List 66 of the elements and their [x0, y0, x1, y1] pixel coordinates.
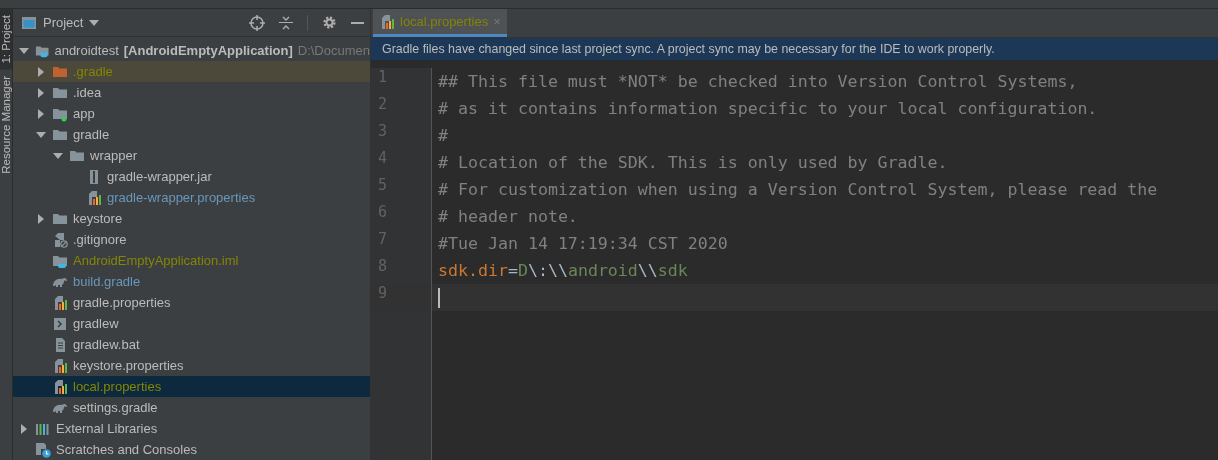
- tree-row[interactable]: wrapper: [13, 145, 370, 166]
- project-view-dropdown[interactable]: Project: [21, 15, 100, 30]
- text-cursor: [438, 287, 440, 308]
- tree-row[interactable]: app: [13, 103, 370, 124]
- file-name: gradlew: [73, 316, 119, 331]
- code-line: ## This file must *NOT* be checked into Version Control Systems,: [437, 71, 1079, 93]
- tree-row[interactable]: gradle-wrapper.jar: [13, 166, 370, 187]
- tree-row[interactable]: androidtest [AndroidEmptyApplication] D:\Documen: [13, 40, 370, 61]
- scratches-icon: [35, 441, 51, 458]
- sync-notification-banner: Gradle files have changed since last project sync. A project sync may be necessary for the IDE to work properly.: [371, 38, 1218, 60]
- file-name: app: [73, 106, 95, 121]
- file-name: gradle-wrapper.jar: [107, 169, 212, 184]
- file-name: gradlew.bat: [73, 337, 140, 352]
- tree-row[interactable]: Scratches and Consoles: [13, 439, 370, 460]
- tree-row[interactable]: .idea: [13, 82, 370, 103]
- file-name: build.gradle: [73, 274, 141, 289]
- properties-icon: [86, 189, 102, 206]
- file-name: gradle: [73, 127, 110, 142]
- ignore-file-icon: [52, 231, 68, 248]
- properties-icon: [52, 294, 68, 311]
- caret-icon: [89, 19, 100, 26]
- properties-icon: [379, 13, 395, 30]
- file-name: gradle.properties: [73, 295, 171, 310]
- tree-row[interactable]: .gitignore: [13, 229, 370, 250]
- file-name: gradle-wrapper.properties: [107, 190, 256, 205]
- code-line: sdk.dir=D\:\\android\\sdk: [437, 260, 689, 282]
- code-line: #Tue Jan 14 17:19:34 CST 2020: [437, 233, 729, 255]
- tree-row[interactable]: settings.gradle: [13, 397, 370, 418]
- file-name: keystore: [73, 211, 123, 226]
- tree-row[interactable]: gradle-wrapper.properties: [13, 187, 370, 208]
- settings-icon[interactable]: [322, 15, 337, 30]
- file-name: keystore.properties: [73, 358, 184, 373]
- module-name: [AndroidEmptyApplication]: [123, 43, 293, 58]
- code-line: # For customization when using a Version Control System, please read the: [437, 179, 1159, 201]
- project-path: D:\Documen: [297, 43, 370, 58]
- file-name: Scratches and Consoles: [56, 442, 197, 457]
- properties-icon: [52, 378, 68, 395]
- code-line: # Location of the SDK. This is only used by Gradle.: [437, 152, 949, 174]
- properties-icon: [52, 357, 68, 374]
- code-line: #: [437, 125, 449, 147]
- script-icon: [52, 315, 68, 332]
- tool-window-tab[interactable]: Resource Manager: [0, 69, 12, 180]
- file-name: .gitignore: [73, 232, 127, 247]
- code-line: # header note.: [437, 206, 579, 228]
- tree-row[interactable]: keystore: [13, 208, 370, 229]
- tree-row[interactable]: keystore.properties: [13, 355, 370, 376]
- file-name: External Libraries: [56, 421, 158, 436]
- tree-row[interactable]: local.properties: [13, 376, 370, 397]
- tree-row[interactable]: gradle.properties: [13, 292, 370, 313]
- locate-icon[interactable]: [249, 14, 265, 31]
- tool-window-tab[interactable]: 1: Project: [0, 9, 12, 70]
- tree-row[interactable]: gradle: [13, 124, 370, 145]
- file-name: androidtest: [54, 43, 119, 58]
- code-line: # as it contains information specific to your local configuration.: [437, 98, 1099, 120]
- file-name: .idea: [73, 85, 102, 100]
- tree-row[interactable]: gradlew: [13, 313, 370, 334]
- tree-row[interactable]: build.gradle: [13, 271, 370, 292]
- tree-row[interactable]: External Libraries: [13, 418, 370, 439]
- file-name: settings.gradle: [73, 400, 158, 415]
- file-name: AndroidEmptyApplication.iml: [73, 253, 239, 268]
- file-name: local.properties: [73, 379, 162, 394]
- file-name: .gradle: [73, 64, 113, 79]
- collapse-all-icon[interactable]: [279, 15, 293, 30]
- file-name: wrapper: [90, 148, 137, 163]
- panel-icon: [21, 15, 37, 30]
- tree-row[interactable]: gradlew.bat: [13, 334, 370, 355]
